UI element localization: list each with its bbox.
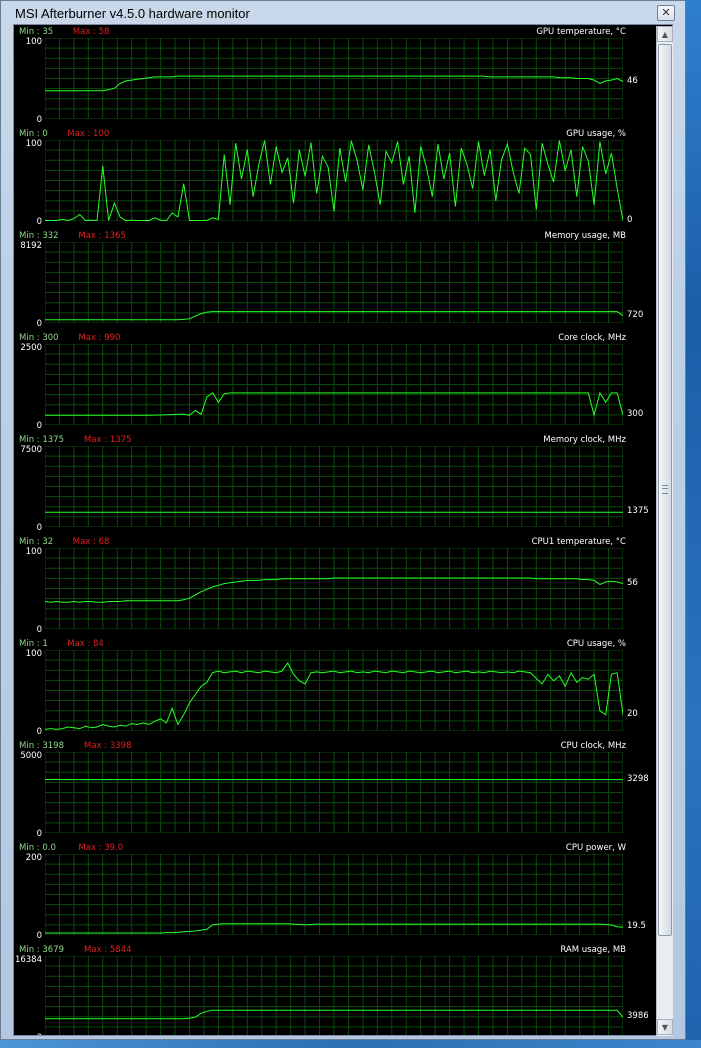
graph-plot xyxy=(45,140,623,221)
graph-max-label: Max : 990 xyxy=(78,333,121,343)
scroll-down-button[interactable]: ▼ xyxy=(657,1019,673,1035)
y-axis-min-label: 0 xyxy=(14,1033,42,1035)
graph-max-label: Max : 68 xyxy=(72,537,110,547)
desktop-bottom-edge xyxy=(0,1040,701,1048)
graph-max-label: Max : 1365 xyxy=(78,231,126,241)
graph-plot xyxy=(45,344,623,425)
y-axis-max-label: 5000 xyxy=(20,751,42,761)
graph-title: Core clock, MHz xyxy=(558,333,626,343)
graph-current-value: 720 xyxy=(627,309,644,320)
graph-panel[interactable]: Min : 0 Max : 100 GPU usage, % 100 0 0 xyxy=(14,127,656,229)
graph-panel[interactable]: Min : 3679 Max : 5844 RAM usage, MB 16384 0 3… xyxy=(14,943,656,1035)
graph-panel[interactable]: Min : 3198 Max : 3398 CPU clock, MHz 5000 0 3… xyxy=(14,739,656,841)
graph-current-value: 3298 xyxy=(627,773,649,784)
graph-min-label: Min : 32 xyxy=(19,537,54,547)
graph-max-label: Max : 84 xyxy=(67,639,104,649)
y-axis-max-label: 100 xyxy=(25,139,42,149)
graph-plot xyxy=(45,446,623,527)
graph-panel[interactable]: Min : 0.0 Max : 39.0 CPU power, W 200 0 19.5 xyxy=(14,841,656,943)
graph-panel[interactable]: Min : 1 Max : 84 CPU usage, % 100 0 20 xyxy=(14,637,656,739)
y-axis-min-label: 0 xyxy=(36,625,42,635)
arrow-down-icon: ▼ xyxy=(661,1023,669,1032)
y-axis-min-label: 0 xyxy=(36,319,42,329)
y-axis-min-label: 0 xyxy=(36,523,42,533)
graph-min-label: Min : 1375 xyxy=(19,435,64,445)
graph-max-label: Max : 3398 xyxy=(84,741,132,751)
y-axis-max-label: 2500 xyxy=(20,343,42,353)
graph-current-value: 0 xyxy=(627,215,633,225)
graph-min-label: Min : 1 xyxy=(19,639,48,649)
graph-plot xyxy=(45,752,623,833)
y-axis-max-label: 100 xyxy=(25,37,42,47)
graph-max-label: Max : 5844 xyxy=(84,945,132,955)
y-axis-max-label: 7500 xyxy=(20,445,42,455)
graph-panel[interactable]: Min : 332 Max : 1365 Memory usage, MB 8192 0… xyxy=(14,229,656,331)
y-axis-max-label: 16384 xyxy=(14,955,42,965)
scroll-thumb[interactable] xyxy=(658,44,672,936)
scroll-up-button[interactable]: ▲ xyxy=(657,26,673,42)
graph-min-label: Min : 332 xyxy=(19,231,59,241)
graph-min-label: Min : 0.0 xyxy=(19,843,56,853)
y-axis-min-label: 0 xyxy=(36,421,42,431)
graph-plot xyxy=(45,38,623,119)
graph-title: RAM usage, MB xyxy=(560,945,626,955)
graph-current-value: 1375 xyxy=(627,506,649,517)
graph-min-label: Min : 35 xyxy=(19,27,54,37)
graph-title: Memory usage, MB xyxy=(544,231,627,241)
y-axis-max-label: 8192 xyxy=(20,241,42,251)
graph-plot xyxy=(45,956,623,1035)
graph-current-value: 46 xyxy=(627,75,638,86)
y-axis-min-label: 0 xyxy=(36,931,42,941)
grip-icon xyxy=(662,485,668,494)
y-axis-min-label: 0 xyxy=(36,829,42,839)
graph-max-label: Max : 1375 xyxy=(84,435,132,445)
close-icon: ✕ xyxy=(661,6,671,19)
y-axis-min-label: 0 xyxy=(36,727,42,737)
close-button[interactable]: ✕ xyxy=(657,5,675,21)
graph-current-value: 19.5 xyxy=(627,921,646,932)
y-axis-max-label: 100 xyxy=(25,547,42,557)
arrow-up-icon: ▲ xyxy=(661,30,669,39)
graph-plot xyxy=(45,854,623,935)
graph-panel[interactable]: Min : 300 Max : 990 Core clock, MHz 2500 0 30… xyxy=(14,331,656,433)
graph-min-label: Min : 3198 xyxy=(19,741,64,751)
graph-panel[interactable]: Min : 32 Max : 68 CPU1 temperature, °C 100 0… xyxy=(14,535,656,637)
graph-list: Min : 35 Max : 58 GPU temperature, °C 100 0 4… xyxy=(14,25,656,1035)
graph-current-value: 3986 xyxy=(627,1011,649,1022)
y-axis-min-label: 0 xyxy=(36,115,42,125)
graph-title: CPU1 temperature, °C xyxy=(531,537,626,547)
graph-title: Memory clock, MHz xyxy=(543,435,626,445)
graph-title: GPU usage, % xyxy=(566,129,626,139)
graph-max-label: Max : 100 xyxy=(67,129,110,139)
y-axis-min-label: 0 xyxy=(36,217,42,227)
window-title: MSI Afterburner v4.5.0 hardware monitor xyxy=(15,6,250,21)
vertical-scrollbar[interactable]: ▲ ▼ xyxy=(656,26,673,1036)
graph-min-label: Min : 3679 xyxy=(19,945,64,955)
graph-plot xyxy=(45,548,623,629)
y-axis-max-label: 200 xyxy=(25,853,42,863)
graph-current-value: 300 xyxy=(627,409,644,420)
graph-current-value: 20 xyxy=(627,708,638,719)
graph-plot xyxy=(45,650,623,731)
graph-max-label: Max : 58 xyxy=(72,27,110,37)
y-axis-max-label: 100 xyxy=(25,649,42,659)
graph-min-label: Min : 300 xyxy=(19,333,59,343)
desktop-taskbar-edge xyxy=(686,0,701,1048)
graph-current-value: 56 xyxy=(627,577,638,588)
graph-title: CPU power, W xyxy=(565,843,626,853)
graph-title: CPU usage, % xyxy=(566,639,626,649)
graph-panel[interactable]: Min : 35 Max : 58 GPU temperature, °C 100 0 4… xyxy=(14,25,656,127)
graph-max-label: Max : 39.0 xyxy=(78,843,124,853)
graph-title: GPU temperature, °C xyxy=(536,27,626,37)
graph-min-label: Min : 0 xyxy=(19,129,48,139)
graph-title: CPU clock, MHz xyxy=(560,741,626,751)
graph-panel[interactable]: Min : 1375 Max : 1375 Memory clock, MHz 750… xyxy=(14,433,656,535)
graph-plot xyxy=(45,242,623,323)
